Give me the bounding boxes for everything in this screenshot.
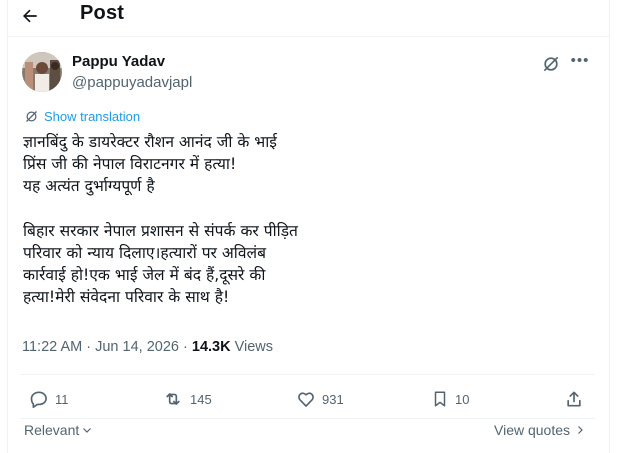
tweet-text: ज्ञानबिंदु के डायरेक्टर रौशन आनंद जी के … (23, 133, 298, 307)
tweet-date[interactable]: Jun 14, 2026 (95, 339, 179, 355)
grok-icon (543, 56, 559, 72)
bookmark-icon (434, 391, 446, 407)
page-title: Post (80, 2, 125, 24)
header-divider (8, 36, 610, 37)
repost-count: 145 (190, 391, 212, 407)
views-label: Views (234, 339, 274, 355)
like-icon (298, 392, 314, 407)
grok-button[interactable] (541, 54, 563, 76)
like-count: 931 (322, 391, 344, 407)
avatar[interactable] (22, 52, 62, 92)
reply-icon (30, 391, 47, 408)
view-quotes-link[interactable]: View quotes (494, 422, 586, 438)
meta-divider (20, 374, 595, 375)
view-count: 14.3K (191, 339, 231, 355)
back-button[interactable] (19, 5, 41, 27)
chevron-right-icon (578, 426, 583, 434)
view-quotes-label: View quotes (494, 422, 571, 438)
share-icon (567, 391, 581, 407)
back-arrow-icon (23, 9, 37, 23)
sort-label: Relevant (24, 422, 80, 438)
meta-separator: · (86, 339, 92, 355)
share-button[interactable] (564, 388, 584, 410)
more-icon: ••• (570, 52, 590, 69)
like-button[interactable]: 931 (296, 388, 344, 410)
more-button[interactable]: ••• (570, 52, 590, 72)
sort-replies-dropdown[interactable]: Relevant (24, 422, 93, 438)
author-handle[interactable]: @pappuyadavjapl (72, 74, 192, 91)
bookmark-button[interactable]: 10 (431, 388, 469, 410)
actions-divider (20, 418, 595, 419)
meta-separator: · (183, 339, 188, 355)
translation-label: Show translation (44, 109, 141, 124)
reply-count: 11 (55, 391, 69, 407)
show-translation-link[interactable]: Show translation (24, 109, 140, 124)
translate-icon (26, 111, 37, 122)
tweet-time[interactable]: 11:22 AM (22, 339, 82, 355)
repost-icon (166, 393, 180, 405)
tweet-meta: 11:22 AM · Jun 14, 2026 · 14.3K Views (22, 339, 273, 355)
repost-button[interactable]: 145 (162, 388, 212, 410)
reply-button[interactable]: 11 (29, 388, 69, 410)
chevron-down-icon (83, 428, 92, 433)
author-name[interactable]: Pappu Yadav (72, 53, 165, 70)
bookmark-count: 10 (455, 391, 470, 407)
